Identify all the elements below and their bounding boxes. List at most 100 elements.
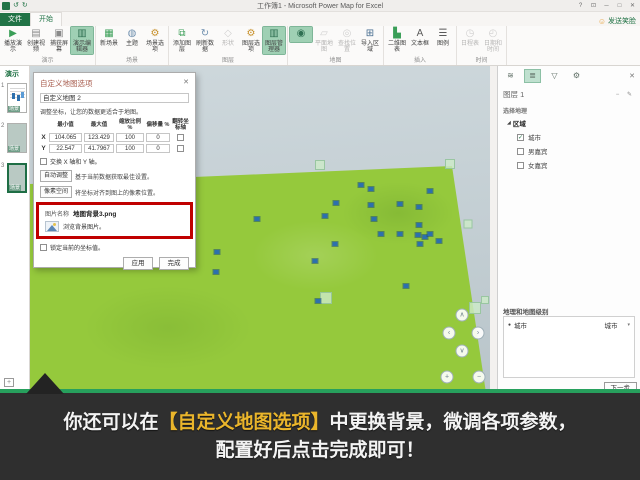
ribbon-group-场景: ▦新场景◍主题⚙场景选项场景 xyxy=(96,26,169,65)
field-checkbox[interactable] xyxy=(517,148,524,155)
geo-level-value[interactable]: 城市 xyxy=(604,320,617,330)
ribbon-button-导入区域[interactable]: ⊞导入区域 xyxy=(359,27,381,54)
geo-mapping-row[interactable]: ● 城市 城市 ▾ xyxy=(508,320,630,330)
ribbon-button-图层管理器[interactable]: ▥图层管理器 xyxy=(263,27,285,54)
data-point-marker xyxy=(417,205,422,209)
rotate-right-icon[interactable]: › xyxy=(472,327,485,340)
ribbon-button-场景选项[interactable]: ⚙场景选项 xyxy=(144,27,166,54)
ribbon-button-形状[interactable]: ◇形状 xyxy=(217,27,239,48)
ribbon-button-label: 日期和时间 xyxy=(482,41,504,53)
column-header: 翻转坐标轴 xyxy=(172,119,189,131)
tree-root-label[interactable]: 区域 xyxy=(513,118,526,128)
ribbon-button-二维图表[interactable]: ▙二维图表 xyxy=(386,27,408,54)
ribbon-button-文本框[interactable]: A文本框 xyxy=(409,27,431,48)
field-checkbox[interactable]: ✓ xyxy=(517,134,524,141)
flip-checkbox-Y[interactable] xyxy=(177,145,184,152)
minimize-icon[interactable]: ─ xyxy=(601,1,612,11)
chevron-down-icon[interactable]: ▾ xyxy=(627,322,630,328)
swap-axes-checkbox[interactable] xyxy=(40,158,47,165)
max-input-X[interactable]: 123.429 xyxy=(84,133,114,142)
maximize-icon[interactable]: □ xyxy=(614,1,625,11)
map-corner-handle[interactable] xyxy=(464,220,473,229)
layers-icon[interactable]: ≋ xyxy=(503,70,518,82)
tab-home[interactable]: 开始 xyxy=(30,12,62,26)
max-input-Y[interactable]: 41.7967 xyxy=(84,144,114,153)
ribbon-button-刷新数据[interactable]: ↻刷新数据 xyxy=(194,27,216,54)
geo-field-row-男嘉宾[interactable]: 男嘉宾 xyxy=(503,146,635,156)
geo-mapping-box: ● 城市 城市 ▾ xyxy=(503,316,635,378)
offset-input-X[interactable]: 0 xyxy=(146,133,170,142)
apply-button[interactable]: 应用 xyxy=(123,257,153,270)
settings-gear-icon[interactable]: ⚙ xyxy=(569,70,584,82)
send-smile-button[interactable]: ☺ 发送笑脸 xyxy=(598,16,640,26)
tab-file[interactable]: 文件 xyxy=(0,13,30,26)
ribbon-button-日期和时间[interactable]: ◴日期和时间 xyxy=(482,27,504,54)
ribbon-button-播放演示[interactable]: ▶播放演示 xyxy=(2,27,24,54)
ribbon-button-图例[interactable]: ☰图例 xyxy=(432,27,454,48)
lock-coordinates-checkbox[interactable] xyxy=(40,244,47,251)
ribbon-button-日程表[interactable]: ◷日程表 xyxy=(459,27,481,48)
ribbon-button-图层选项[interactable]: ⚙图层选项 xyxy=(240,27,262,54)
dialog-close-icon[interactable]: ✕ xyxy=(183,78,189,89)
layer-edit-icons[interactable]: − ✎ xyxy=(616,91,635,98)
zoom-out-icon[interactable]: − xyxy=(473,371,486,384)
timeline-clock-icon: ◷ xyxy=(466,28,475,41)
geo-field-row-女嘉宾[interactable]: 女嘉宾 xyxy=(503,160,635,170)
help-icon[interactable]: ? xyxy=(575,1,586,11)
min-input-X[interactable]: 104.065 xyxy=(49,133,82,142)
zoom-in-icon[interactable]: + xyxy=(441,371,454,384)
scene-item-3[interactable]: 3场景 xyxy=(7,163,29,193)
map-corner-handle[interactable] xyxy=(445,159,455,169)
ribbon-button-平面地图[interactable]: ▱平面地图 xyxy=(313,27,335,54)
filter-icon[interactable]: ▽ xyxy=(547,70,562,82)
ribbon-group-时间: ◷日程表◴日期和时间时间 xyxy=(457,26,507,65)
window-controls: ?⊡─□✕ xyxy=(575,1,640,11)
ribbon-display-icon[interactable]: ⊡ xyxy=(588,1,599,11)
offset-input-Y[interactable]: 0 xyxy=(146,144,170,153)
scene-thumbnail[interactable]: 场景 xyxy=(7,123,27,153)
pixel-space-description: 将坐标对齐到图上的像素位置。 xyxy=(75,188,159,197)
flip-checkbox-X[interactable] xyxy=(177,134,184,141)
ribbon-button-新场景[interactable]: ▦新场景 xyxy=(98,27,120,48)
field-list-icon[interactable]: ≣ xyxy=(525,70,540,82)
map-name-input[interactable]: 自定义地图 2 xyxy=(40,93,189,103)
scene-thumbnail[interactable]: 场景 xyxy=(7,163,27,193)
auto-fit-button[interactable]: 自动调整 xyxy=(40,170,72,182)
map-corner-handle[interactable] xyxy=(320,292,332,304)
map-corner-handle[interactable] xyxy=(469,302,481,314)
panel-close-icon[interactable]: ✕ xyxy=(629,72,635,80)
scene-thumbnail[interactable]: 场景 xyxy=(7,83,27,113)
browse-background-link[interactable]: 浏览背景图片。 xyxy=(63,222,105,231)
map-corner-handle[interactable] xyxy=(481,296,489,304)
data-point-marker xyxy=(416,233,421,237)
field-checkbox[interactable] xyxy=(517,162,524,169)
scale-input-X[interactable]: 100 xyxy=(116,133,144,142)
tree-expand-icon[interactable]: ◢ xyxy=(507,120,511,126)
min-input-Y[interactable]: 22.547 xyxy=(49,144,82,153)
close-icon[interactable]: ✕ xyxy=(627,1,638,11)
pixel-space-button[interactable]: 像素空间 xyxy=(40,186,72,198)
ribbon-button-查找位置[interactable]: ◎查找位置 xyxy=(336,27,358,54)
ribbon-button-捕获屏幕[interactable]: ▣捕获屏幕 xyxy=(48,27,70,54)
ribbon-button-custom-map-globe-icon[interactable]: ◉ xyxy=(290,27,312,42)
dialog-description: 调整坐标，让您的数据更适合于地图。 xyxy=(40,107,189,116)
scene-item-2[interactable]: 2场景 xyxy=(7,123,29,153)
ribbon-button-创建视频[interactable]: ▤创建视频 xyxy=(25,27,47,54)
tilt-down-icon[interactable]: ∨ xyxy=(456,345,469,358)
data-point-marker xyxy=(372,217,377,221)
column-header: 缩放比例 % xyxy=(116,119,144,131)
ribbon-button-主题[interactable]: ◍主题 xyxy=(121,27,143,48)
rotate-left-icon[interactable]: ‹ xyxy=(443,327,456,340)
ribbon-group-label: 地图 xyxy=(288,55,383,64)
ribbon-button-添加图层[interactable]: ⧉添加图层 xyxy=(171,27,193,54)
map-corner-handle[interactable] xyxy=(315,160,325,170)
tilt-up-icon[interactable]: ∧ xyxy=(456,309,469,322)
picture-thumbnail-icon[interactable] xyxy=(45,221,59,232)
geo-field-row-城市[interactable]: ✓城市 xyxy=(503,132,635,142)
done-button[interactable]: 完成 xyxy=(159,257,189,270)
ribbon-button-演示编辑器[interactable]: ▥演示编辑器 xyxy=(71,27,93,54)
scale-input-Y[interactable]: 100 xyxy=(116,144,144,153)
scene-item-1[interactable]: 1场景 xyxy=(7,83,29,113)
add-scene-button[interactable]: + xyxy=(4,378,14,387)
data-point-marker xyxy=(398,202,403,206)
